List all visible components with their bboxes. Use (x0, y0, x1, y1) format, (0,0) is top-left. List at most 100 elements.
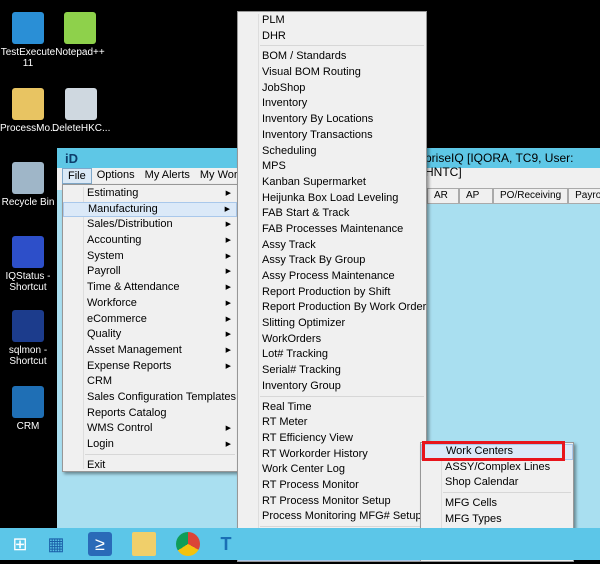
submenu-arrow-icon: ▶ (225, 441, 231, 448)
server-manager-icon[interactable]: ▦ (44, 532, 68, 556)
menu-item-bom-standards[interactable]: BOM / Standards (238, 49, 426, 65)
recycle-bin-icon (12, 162, 44, 194)
submenu-arrow-icon: ▶ (225, 299, 231, 307)
menu-my-alerts[interactable]: My Alerts (140, 168, 195, 184)
menu-item-label: Inventory Group (262, 379, 341, 392)
menu-item-shop-calendar[interactable]: Shop Calendar (421, 475, 573, 491)
menu-item-heijunka-box-load-leveling[interactable]: Heijunka Box Load Leveling (238, 191, 426, 207)
manufacturing-submenu: PLM DHR BOM / Standards Visual BOM Routing J… (237, 11, 427, 562)
menu-item-assy-track-by-group[interactable]: Assy Track By Group (238, 253, 426, 269)
submenu-arrow-icon: ▶ (225, 268, 231, 276)
tab-po-receiving[interactable]: PO/Receiving (493, 188, 569, 204)
menu-item-inventory-group[interactable]: Inventory Group (238, 379, 426, 395)
menu-item-ecommerce[interactable]: eCommerce ▶ (63, 312, 237, 328)
menu-file[interactable]: File (62, 168, 92, 184)
desktop-icon-deletehkc[interactable]: DeleteHKC... (52, 88, 110, 134)
menu-item-inventory-by-locations[interactable]: Inventory By Locations (238, 112, 426, 128)
testexecute-taskbar-icon[interactable]: T (214, 532, 238, 556)
desktop-icon-processmo[interactable]: ProcessMo... (0, 88, 58, 134)
menu-item-rt-process-monitor-setup[interactable]: RT Process Monitor Setup (238, 494, 426, 510)
tab-payroll[interactable]: Payroll (568, 188, 600, 204)
menu-item-jobshop[interactable]: JobShop (238, 81, 426, 97)
desktop-icon-notepadpp[interactable]: Notepad++ (52, 12, 108, 58)
menu-item-login[interactable]: Login ▶ (63, 437, 237, 453)
menu-item-system[interactable]: System ▶ (63, 249, 237, 265)
menu-item-label: Payroll (87, 265, 121, 278)
menu-item-crm[interactable]: CRM (63, 374, 237, 390)
menu-item-wms-control[interactable]: WMS Control ▶ (63, 421, 237, 437)
menu-item-mfg-cells[interactable]: MFG Cells (421, 496, 573, 512)
menu-item-dhr[interactable]: DHR (238, 29, 426, 45)
menu-item-time-attendance[interactable]: Time & Attendance ▶ (63, 280, 237, 296)
menu-item-asset-management[interactable]: Asset Management ▶ (63, 343, 237, 359)
desktop-icon-sqlmon[interactable]: sqlmon - Shortcut (0, 310, 56, 367)
menu-item-kanban-supermarket[interactable]: Kanban Supermarket (238, 175, 426, 191)
menu-item-fab-processes-maintenance[interactable]: FAB Processes Maintenance (238, 222, 426, 238)
desktop-icon-testexecute[interactable]: TestExecute 11 (0, 12, 56, 69)
menu-item-rt-process-monitor[interactable]: RT Process Monitor (238, 478, 426, 494)
menu-item-rt-meter[interactable]: RT Meter (238, 415, 426, 431)
desktop-icon-recycle-bin[interactable]: Recycle Bin (0, 162, 56, 208)
menu-item-label: Workforce (87, 296, 137, 309)
menu-item-report-production-by-shift[interactable]: Report Production by Shift (238, 285, 426, 301)
desktop-icon-iqstatus[interactable]: IQStatus - Shortcut (0, 236, 56, 293)
menu-item-label: WMS Control (87, 422, 153, 435)
iqstatus-icon (12, 236, 44, 268)
module-tabs: AR AP PO/Receiving Payroll (427, 188, 600, 204)
powershell-icon[interactable]: ≥ (88, 532, 112, 556)
menu-item-serial-tracking[interactable]: Serial# Tracking (238, 363, 426, 379)
notepadpp-icon (64, 12, 96, 44)
menu-item-accounting[interactable]: Accounting ▶ (63, 233, 237, 249)
menu-item-mps[interactable]: MPS (238, 159, 426, 175)
submenu-arrow-icon: ▶ (225, 331, 231, 339)
menu-item-work-center-log[interactable]: Work Center Log (238, 462, 426, 478)
menu-item-label: Reports Catalog (87, 406, 167, 419)
menu-options[interactable]: Options (92, 168, 140, 184)
menu-item-real-time[interactable]: Real Time (238, 400, 426, 416)
menu-item-label: eCommerce (87, 312, 147, 325)
menu-item-workorders[interactable]: WorkOrders (238, 332, 426, 348)
menu-item-quality[interactable]: Quality ▶ (63, 327, 237, 343)
menu-item-assy-complex-lines[interactable]: ASSY/Complex Lines (421, 460, 573, 476)
menu-item-plm[interactable]: PLM (238, 13, 426, 29)
windows-start-icon[interactable]: ⊞ (8, 532, 32, 556)
window-title: priseIQ [IQORA, TC9, User: HNTC] (425, 151, 574, 179)
submenu-arrow-icon: ▶ (225, 284, 231, 292)
menu-item-process-monitoring-mfg-setup[interactable]: Process Monitoring MFG# Setup (238, 509, 426, 525)
tab-ap[interactable]: AP (459, 188, 493, 204)
menu-item-lot-tracking[interactable]: Lot# Tracking (238, 347, 426, 363)
chrome-icon[interactable] (176, 532, 200, 556)
menu-item-manufacturing[interactable]: Manufacturing ▶ (63, 201, 237, 218)
menu-item-inventory-transactions[interactable]: Inventory Transactions (238, 128, 426, 144)
menu-item-workforce[interactable]: Workforce ▶ (63, 296, 237, 312)
menu-item-label: Visual BOM Routing (262, 66, 361, 79)
menu-item-payroll[interactable]: Payroll ▶ (63, 264, 237, 280)
menu-item-scheduling[interactable]: Scheduling (238, 144, 426, 160)
menu-item-sales-configuration-templates[interactable]: Sales Configuration Templates (63, 390, 237, 406)
desktop-icon-crm[interactable]: CRM (0, 386, 56, 432)
menu-item-rt-workorder-history[interactable]: RT Workorder History (238, 447, 426, 463)
menu-item-inventory[interactable]: Inventory (238, 96, 426, 112)
menu-item-label: Process Monitoring MFG# Setup (262, 510, 422, 523)
menu-item-assy-process-maintenance[interactable]: Assy Process Maintenance (238, 269, 426, 285)
menu-item-expense-reports[interactable]: Expense Reports ▶ (63, 359, 237, 375)
menu-item-visual-bom-routing[interactable]: Visual BOM Routing (238, 65, 426, 81)
menu-item-rt-efficiency-view[interactable]: RT Efficiency View (238, 431, 426, 447)
menu-item-estimating[interactable]: Estimating ▶ (63, 186, 237, 202)
tab-ar[interactable]: AR (427, 188, 459, 204)
menu-item-fab-start-track[interactable]: FAB Start & Track (238, 206, 426, 222)
file-explorer-icon[interactable] (132, 532, 156, 556)
menu-item-reports-catalog[interactable]: Reports Catalog (63, 406, 237, 422)
menu-item-report-production-by-work-order[interactable]: Report Production By Work Order (238, 300, 426, 316)
menu-item-sales-distribution[interactable]: Sales/Distribution ▶ (63, 217, 237, 233)
menu-item-slitting-optimizer[interactable]: Slitting Optimizer (238, 316, 426, 332)
menu-item-assy-track[interactable]: Assy Track (238, 238, 426, 254)
menu-item-label: Lot# Tracking (262, 348, 329, 361)
menu-item-exit[interactable]: Exit (63, 458, 237, 474)
menu-item-label: Sales/Distribution (87, 218, 173, 231)
menu-item-label: MPS (262, 160, 286, 173)
menu-item-mfg-types[interactable]: MFG Types (421, 512, 573, 528)
submenu-arrow-icon: ▶ (225, 221, 231, 229)
menu-item-label: Manufacturing (88, 202, 158, 215)
menu-item-label: PLM (262, 14, 285, 26)
